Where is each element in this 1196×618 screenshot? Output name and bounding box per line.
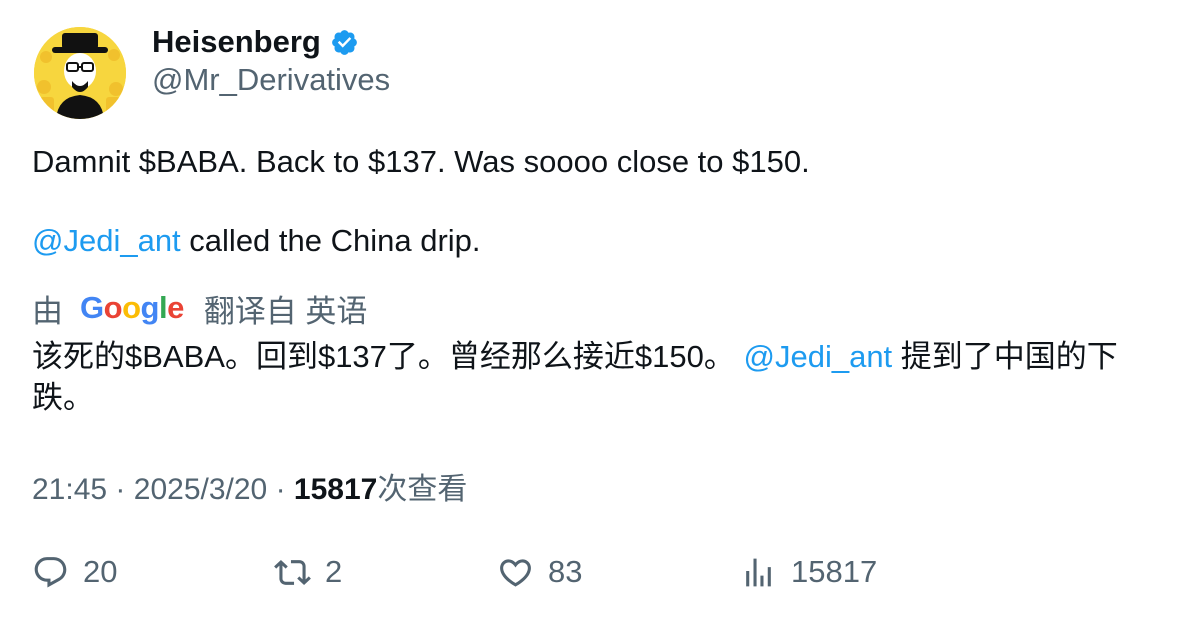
translation-attribution: 由 Google 翻译自 英语 — [32, 286, 367, 330]
view-count-label: 次查看 — [377, 473, 468, 506]
meta-separator: · — [115, 473, 126, 506]
author-display-name[interactable]: Heisenberg — [152, 24, 321, 60]
heart-icon — [500, 558, 531, 587]
retweet-icon — [274, 559, 311, 585]
reply-button[interactable]: 20 — [32, 551, 117, 593]
reply-count: 20 — [83, 554, 118, 589]
tweet-meta: 21:45 · 2025/3/20 · 15817次查看 — [32, 464, 467, 508]
views-button[interactable]: 15817 — [740, 551, 877, 593]
analytics-icon — [746, 558, 771, 586]
reply-icon — [34, 556, 67, 587]
mention-link[interactable]: @Jedi_ant — [32, 223, 181, 258]
retweet-button[interactable]: 2 — [274, 551, 342, 593]
translation-suffix: 翻译自 英语 — [203, 293, 368, 329]
views-count: 15817 — [791, 554, 878, 589]
translated-text-before: 该死的$BABA。回到$137了。曾经那么接近$150。 — [32, 339, 744, 374]
view-count: 15817 — [293, 473, 378, 506]
avatar[interactable] — [34, 27, 126, 119]
google-logo[interactable]: Google — [80, 290, 184, 326]
like-count: 83 — [548, 554, 583, 589]
meta-separator: · — [275, 473, 286, 506]
like-button[interactable]: 83 — [497, 551, 582, 593]
author-handle[interactable]: @Mr_Derivatives — [152, 62, 390, 98]
retweet-count: 2 — [325, 554, 343, 589]
tweet-text-line-1: Damnit $BABA. Back to $137. Was soooo cl… — [32, 144, 810, 179]
author-name-row[interactable]: Heisenberg — [152, 22, 359, 62]
translated-text: 该死的$BABA。回到$137了。曾经那么接近$150。 @Jedi_ant 提… — [32, 336, 1167, 418]
tweet-text-rest: called the China drip. — [180, 223, 481, 258]
translation-prefix: 由 — [32, 293, 63, 329]
heisenberg-avatar-icon — [34, 27, 126, 119]
verified-badge-icon — [330, 28, 359, 57]
tweet-date[interactable]: 2025/3/20 — [134, 473, 267, 506]
tweet-time[interactable]: 21:45 — [32, 473, 107, 506]
tweet-text-line-2: @Jedi_ant called the China drip. — [32, 223, 481, 259]
translated-mention-link[interactable]: @Jedi_ant — [744, 339, 893, 374]
